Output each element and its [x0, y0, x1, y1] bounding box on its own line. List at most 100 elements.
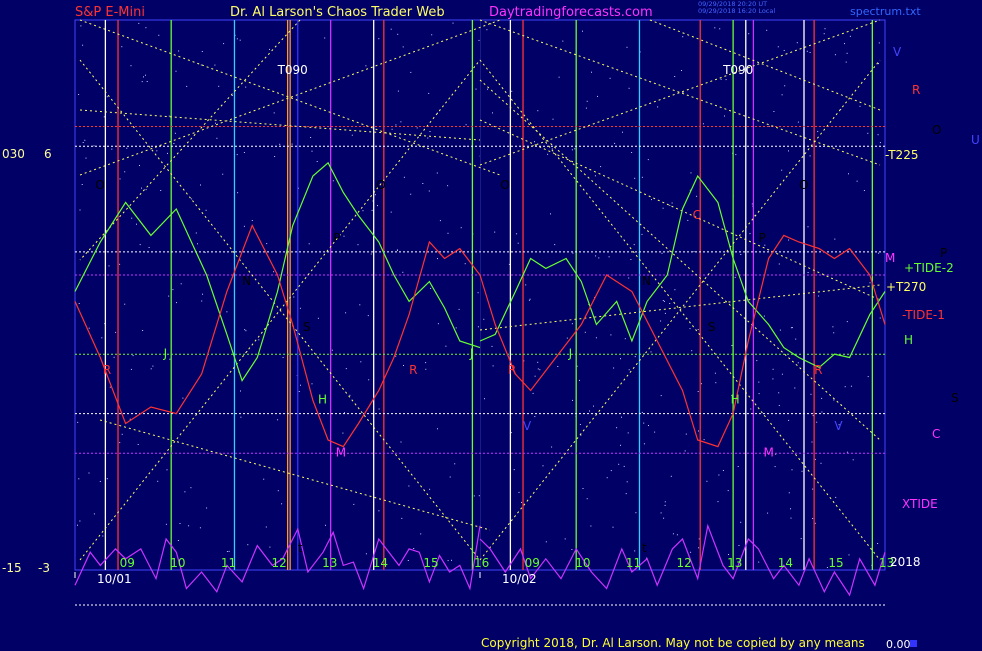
star-dot	[788, 239, 790, 241]
left-scale-label: -15	[2, 561, 22, 575]
star-dot	[431, 34, 433, 36]
star-dot	[796, 42, 798, 44]
star-dot	[109, 386, 111, 388]
star-dot	[781, 373, 783, 375]
star-dot	[478, 39, 480, 41]
star-dot	[579, 424, 581, 425]
star-dot	[832, 326, 834, 328]
star-dot	[532, 392, 534, 394]
star-dot	[738, 545, 740, 546]
star-dot	[641, 176, 643, 178]
star-dot	[82, 44, 84, 46]
star-dot	[166, 469, 168, 471]
star-dot	[85, 157, 87, 159]
star-dot	[848, 173, 849, 175]
star-dot	[325, 524, 326, 526]
star-dot	[478, 495, 480, 497]
star-dot	[844, 386, 846, 388]
star-dot	[850, 385, 852, 387]
star-dot	[791, 327, 793, 329]
star-dot	[317, 317, 319, 319]
star-dot	[244, 329, 246, 331]
plot-label: H	[731, 393, 740, 407]
star-dot	[810, 393, 812, 395]
star-dot	[428, 190, 430, 192]
star-dot	[243, 225, 245, 227]
star-dot	[239, 39, 241, 41]
star-dot	[774, 466, 776, 468]
right-series-label: -TIDE-1	[902, 308, 945, 322]
star-dot	[93, 513, 95, 515]
star-dot	[484, 398, 485, 400]
star-dot	[778, 263, 780, 265]
star-dot	[130, 65, 132, 67]
star-dot	[106, 478, 108, 480]
star-dot	[663, 300, 665, 302]
star-dot	[228, 550, 230, 552]
star-dot	[452, 22, 454, 24]
star-dot	[274, 156, 276, 157]
star-dot	[537, 361, 539, 363]
plot-label: R	[508, 363, 516, 377]
right-series-label: V	[893, 45, 902, 59]
star-dot	[368, 379, 370, 381]
star-dot	[582, 30, 583, 32]
star-dot	[722, 470, 724, 471]
star-dot	[201, 51, 203, 52]
star-dot	[550, 213, 551, 215]
plot-label: P	[333, 231, 340, 245]
star-dot	[141, 81, 143, 83]
star-dot	[788, 150, 789, 152]
star-dot	[199, 527, 201, 529]
star-dot	[626, 46, 628, 48]
star-dot	[130, 368, 132, 370]
star-dot	[437, 428, 438, 430]
star-dot	[690, 172, 692, 174]
star-dot	[371, 209, 373, 211]
star-dot	[670, 475, 672, 477]
star-dot	[525, 284, 527, 286]
plot-label: O	[799, 178, 808, 192]
star-dot	[345, 312, 347, 314]
star-dot	[422, 183, 424, 184]
star-dot	[534, 141, 535, 143]
star-dot	[594, 175, 596, 177]
star-dot	[282, 357, 284, 358]
footer-value: 0.00	[886, 638, 911, 651]
star-dot	[706, 480, 708, 482]
star-dot	[420, 533, 422, 535]
star-dot	[612, 526, 614, 528]
star-dot	[277, 419, 279, 421]
star-dot	[113, 356, 115, 358]
star-dot	[167, 152, 168, 154]
star-dot	[609, 77, 611, 79]
x-tick-label: 11	[221, 556, 236, 570]
star-dot	[180, 283, 182, 285]
star-dot	[879, 142, 881, 144]
star-dot	[833, 332, 835, 334]
star-dot	[784, 85, 786, 87]
star-dot	[216, 137, 218, 139]
star-dot	[812, 488, 814, 490]
star-dot	[142, 330, 144, 331]
star-dot	[720, 78, 722, 80]
star-dot	[79, 520, 81, 522]
star-dot	[552, 118, 554, 120]
star-dot	[628, 277, 630, 279]
star-dot	[750, 408, 752, 410]
right-series-label: +TIDE-2	[904, 261, 954, 275]
star-dot	[121, 46, 123, 48]
star-dot	[660, 512, 662, 514]
plot-label: V	[834, 419, 843, 433]
star-dot	[674, 289, 676, 291]
vertical-marker-label: T090	[722, 63, 753, 77]
star-dot	[465, 124, 467, 126]
star-dot	[413, 548, 415, 549]
star-dot	[703, 439, 705, 441]
star-dot	[148, 247, 150, 248]
star-dot	[214, 64, 216, 66]
right-series-label: S	[951, 391, 959, 405]
star-dot	[218, 85, 220, 87]
star-dot	[651, 199, 652, 201]
gann-line	[99, 419, 491, 531]
